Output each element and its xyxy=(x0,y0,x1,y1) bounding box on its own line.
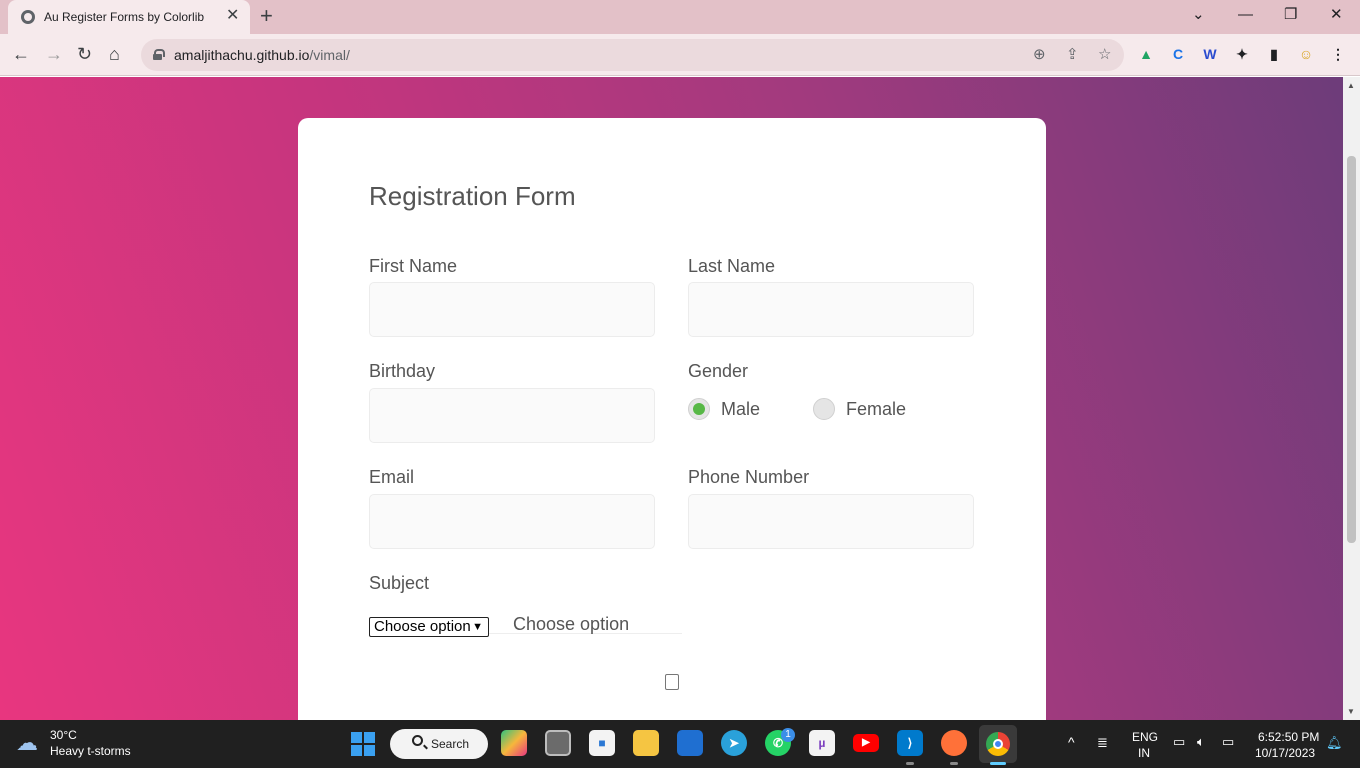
region-indicator[interactable]: IN xyxy=(1138,746,1150,760)
weather-description: Heavy t-storms xyxy=(50,744,131,758)
clock-date[interactable]: 10/17/2023 xyxy=(1255,746,1315,760)
gender-male-label[interactable]: Male xyxy=(721,399,760,420)
home-button[interactable]: ⌂ xyxy=(109,43,120,65)
tab-title: Au Register Forms by Colorlib xyxy=(44,10,205,24)
chevron-down-icon: ▼ xyxy=(472,621,483,633)
clock-time[interactable]: 6:52:50 PM xyxy=(1258,730,1319,744)
network-icon[interactable]: ▭ xyxy=(1173,734,1185,750)
url-host: amaljithachu.github.io xyxy=(174,47,310,63)
microsoft-store-icon[interactable]: ■ xyxy=(589,730,615,756)
gender-female-label[interactable]: Female xyxy=(846,399,906,420)
search-label: Search xyxy=(431,737,470,751)
volume-icon[interactable]: 🔈︎ xyxy=(1197,734,1205,750)
weather-temperature: 30°C xyxy=(50,728,77,742)
gender-label: Gender xyxy=(688,361,749,381)
utorrent-icon[interactable]: µ xyxy=(809,730,835,756)
gender-male-radio[interactable] xyxy=(688,398,710,420)
lock-icon[interactable] xyxy=(153,49,165,60)
bookmark-star-icon[interactable]: ☆ xyxy=(1098,45,1111,65)
start-button[interactable] xyxy=(351,732,375,756)
last-name-field[interactable] xyxy=(688,282,974,337)
chevron-up-icon[interactable]: ^ xyxy=(1068,734,1075,750)
browser-menu-icon[interactable]: ⋮ xyxy=(1329,45,1347,63)
birthday-label: Birthday xyxy=(369,361,436,381)
tab-close-icon[interactable]: ✕ xyxy=(226,7,239,25)
file-explorer-icon[interactable] xyxy=(633,730,659,756)
whatsapp-notification-badge: 1 xyxy=(781,728,795,742)
address-bar[interactable]: amaljithachu.github.io/vimal/ ⊕ ⇪ ☆ xyxy=(141,39,1124,71)
first-name-label: First Name xyxy=(369,256,458,276)
telegram-icon[interactable]: ➤ xyxy=(721,730,747,756)
form-title: Registration Form xyxy=(369,181,576,211)
extension-w-icon[interactable]: W xyxy=(1201,45,1219,63)
subject-display-text: Choose option xyxy=(513,614,630,634)
birthday-field[interactable] xyxy=(369,388,655,443)
battery-icon[interactable]: ▭ xyxy=(1222,734,1234,750)
url-path: /vimal/ xyxy=(309,47,350,63)
tab-search-icon[interactable]: ⌄ xyxy=(1192,5,1205,25)
extension-c-icon[interactable]: C xyxy=(1169,45,1187,63)
subject-dropdown-display[interactable]: Choose option xyxy=(489,614,682,634)
tab-active[interactable]: Au Register Forms by Colorlib ✕ xyxy=(8,0,250,34)
last-name-label: Last Name xyxy=(688,256,776,276)
taskbar-search[interactable]: Search xyxy=(390,729,488,759)
scrollbar-thumb[interactable] xyxy=(1347,156,1356,543)
gender-female-radio[interactable] xyxy=(813,398,835,420)
minimize-button[interactable]: — xyxy=(1238,5,1253,25)
url-text[interactable]: amaljithachu.github.io/vimal/ xyxy=(174,47,350,63)
page-scrollbar[interactable]: ▲ ▼ xyxy=(1343,77,1360,720)
checkbox[interactable] xyxy=(665,674,679,690)
chrome-icon[interactable] xyxy=(979,725,1017,763)
profile-avatar-icon[interactable]: ☺ xyxy=(1297,45,1315,63)
zoom-icon[interactable]: ⊕ xyxy=(1033,45,1046,65)
youtube-icon[interactable]: ▶ xyxy=(853,734,879,752)
firefox-running-indicator xyxy=(950,762,958,765)
firefox-icon[interactable] xyxy=(941,730,967,756)
side-panel-icon[interactable]: ▮ xyxy=(1265,45,1283,63)
forward-button[interactable]: → xyxy=(45,43,63,65)
outlook-icon[interactable] xyxy=(677,730,703,756)
back-button[interactable]: ← xyxy=(12,43,30,65)
browser-toolbar: ← → ↻ ⌂ amaljithachu.github.io/vimal/ ⊕ … xyxy=(0,34,1360,76)
tab-strip: Au Register Forms by Colorlib ✕ + ⌄ — ❐ … xyxy=(0,0,1360,34)
first-name-field[interactable] xyxy=(369,282,655,337)
phone-field[interactable] xyxy=(688,494,974,549)
reload-button[interactable]: ↻ xyxy=(77,43,92,65)
registration-card: Registration Form First Name Last Name B… xyxy=(298,118,1046,720)
phone-label: Phone Number xyxy=(688,467,810,487)
page-background: Registration Form First Name Last Name B… xyxy=(0,77,1343,720)
storm-cloud-icon: ☁ xyxy=(16,730,38,755)
vscode-icon[interactable]: ⟩ xyxy=(897,730,923,756)
new-tab-button[interactable]: + xyxy=(260,4,273,28)
vscode-running-indicator xyxy=(906,762,914,765)
notification-bell-icon[interactable]: 🔔︎ xyxy=(1326,735,1343,751)
search-icon xyxy=(412,735,423,746)
restore-button[interactable]: ❐ xyxy=(1284,5,1297,25)
copilot-icon[interactable] xyxy=(501,730,527,756)
scroll-down-arrow-icon[interactable]: ▼ xyxy=(1347,707,1355,716)
share-icon[interactable]: ⇪ xyxy=(1066,45,1079,65)
chrome-active-indicator xyxy=(990,762,1006,765)
language-indicator[interactable]: ENG xyxy=(1132,730,1158,744)
email-label: Email xyxy=(369,467,415,487)
google-drive-icon[interactable]: ▲ xyxy=(1137,45,1155,63)
windows-taskbar: ☁ 30°C Heavy t-storms Search ■ ➤ ✆ 1 µ ▶… xyxy=(0,720,1360,768)
subject-select[interactable]: Choose option ▼ xyxy=(369,617,489,637)
globe-icon xyxy=(21,10,35,24)
close-window-button[interactable]: ✕ xyxy=(1330,5,1343,25)
task-view-icon[interactable] xyxy=(545,730,571,756)
scroll-up-arrow-icon[interactable]: ▲ xyxy=(1347,81,1355,90)
subject-label: Subject xyxy=(369,573,430,593)
subject-select-value: Choose option xyxy=(374,618,471,635)
email-field[interactable] xyxy=(369,494,655,549)
extensions-puzzle-icon[interactable]: ✦ xyxy=(1233,45,1251,63)
pen-menu-icon[interactable]: ≣ xyxy=(1097,735,1108,751)
